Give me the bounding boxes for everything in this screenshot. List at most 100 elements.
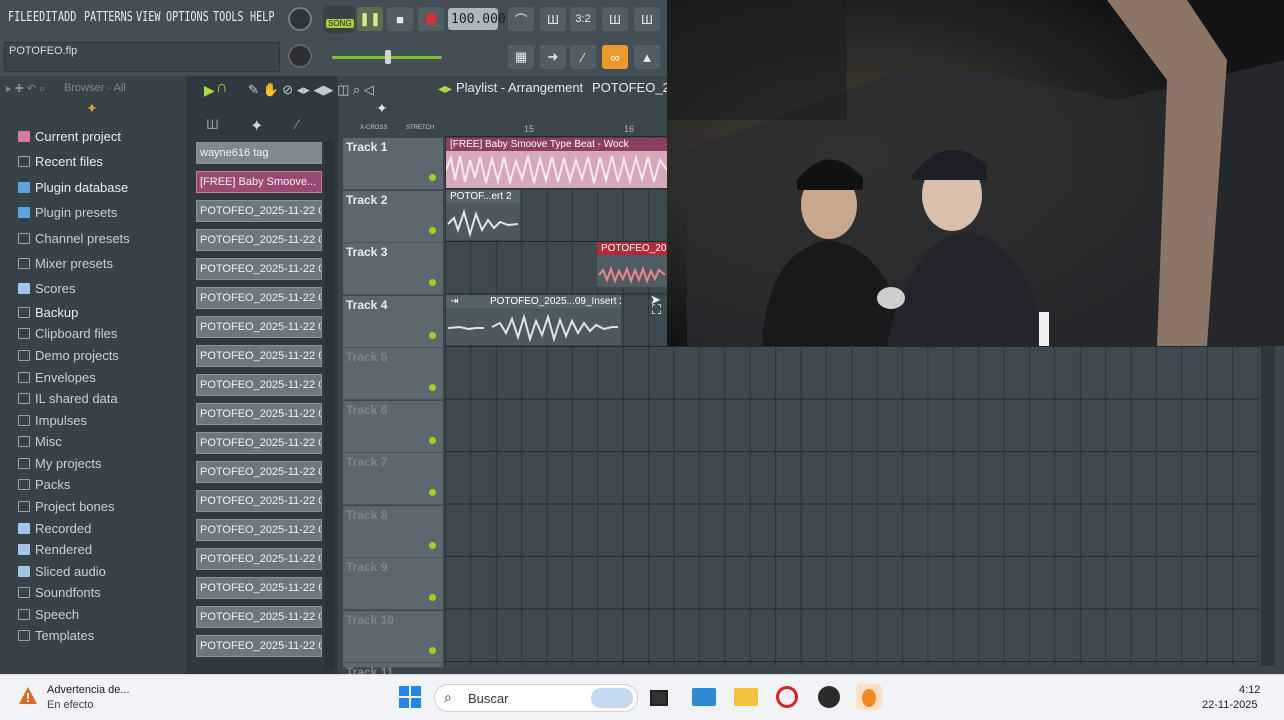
track-mute-led[interactable] [429, 226, 436, 234]
track-header[interactable]: Track 11 [343, 663, 443, 679]
picker-item[interactable]: [FREE] Baby Smoove... [196, 171, 322, 193]
slider-handle[interactable] [385, 50, 391, 64]
browser-item[interactable]: Templates [18, 625, 94, 645]
picker-item[interactable]: POTOFEO_2025-11-22 03... [196, 316, 322, 338]
metronome-icon[interactable]: ⌒ [508, 7, 534, 31]
browser-item[interactable]: Recent files [18, 151, 103, 171]
menu-view[interactable]: VIEW [136, 10, 160, 25]
browser-item[interactable]: Packs [18, 474, 70, 494]
clip-potofeo-20[interactable]: POTOFEO_20.. [597, 242, 667, 287]
taskbar-search[interactable]: ⌕ Buscar [434, 684, 638, 712]
playlist-scrollbar[interactable] [1261, 346, 1275, 666]
clip-baby-smoove[interactable]: [FREE] Baby Smoove Type Beat - Wock [446, 138, 667, 188]
clip-potofeo-insert2-b[interactable]: POTOFEO_2025...09_Insert 2 [486, 295, 621, 345]
browser-item[interactable]: Demo projects [18, 345, 119, 365]
track-header[interactable]: Track 8 [343, 505, 443, 558]
obs-icon[interactable] [818, 686, 840, 708]
track-mute-led[interactable] [429, 594, 436, 601]
browser-item[interactable]: Clipboard files [18, 323, 117, 343]
picker-item[interactable]: POTOFEO_2025-11-22 04... [196, 548, 322, 570]
task-view-icon[interactable] [650, 690, 668, 706]
picker-item[interactable]: POTOFEO_2025-11-22 04... [196, 577, 322, 599]
browser-item[interactable]: Sliced audio [18, 561, 106, 581]
stop-button[interactable]: ■ [387, 7, 413, 31]
track-mute-led[interactable] [429, 489, 436, 496]
track-header[interactable]: Track 2 [343, 190, 443, 243]
browser-item[interactable]: Project bones [18, 496, 115, 516]
clip-potofeo-small[interactable]: ⇥ [446, 295, 486, 345]
track-header[interactable]: Track 9 [343, 558, 443, 610]
playlist-pattern-name[interactable]: POTOFEO_2 [592, 80, 670, 95]
picker-item[interactable]: POTOFEO_2025-11-22 04... [196, 635, 322, 657]
track-header[interactable]: Track 7 [343, 453, 443, 505]
wait-icon[interactable]: Ш [540, 7, 566, 31]
clock-time[interactable]: 4:12 [1239, 684, 1260, 696]
stretch-label[interactable]: STRETCH [406, 125, 434, 131]
playlist-tool-icons[interactable]: ✎ ✋ ⊘ ◂▸ ◀▶ ◫ ⌕ ◁ [248, 82, 448, 98]
menu-help[interactable]: HELP [250, 10, 274, 25]
browser-item[interactable]: Rendered [18, 539, 92, 559]
loop-record-icon[interactable]: Ш [634, 7, 660, 31]
picker-item[interactable]: wayne616 tag [196, 142, 322, 164]
notification-title[interactable]: Advertencia de... [47, 684, 130, 696]
windows-start-icon[interactable] [399, 686, 421, 708]
menu-tools[interactable]: TOOLS [213, 10, 244, 25]
picker-item[interactable]: POTOFEO_2025-11-22 03... [196, 403, 322, 425]
snap-icon[interactable]: ✦ [250, 116, 263, 136]
browser-item[interactable]: Plugin presets [18, 202, 117, 222]
track-mute-led[interactable] [429, 384, 436, 391]
picker-item[interactable]: POTOFEO_2025-11-22 03... [196, 258, 322, 280]
snap-icon[interactable]: ✦ [376, 100, 388, 117]
browser-item[interactable]: Scores [18, 278, 75, 298]
fl-studio-icon[interactable] [856, 684, 882, 710]
track-header[interactable]: Track 3 [343, 243, 443, 295]
record-button[interactable] [418, 7, 444, 31]
picker-item[interactable]: POTOFEO_2025-11-22 04... [196, 606, 322, 628]
track-mute-led[interactable] [429, 174, 436, 181]
track-header[interactable]: Track 10 [343, 610, 443, 663]
track-header[interactable]: Track 4 [343, 295, 443, 348]
pencil-icon[interactable]: ⁄ [296, 116, 298, 132]
link-icon[interactable]: ∞ [602, 45, 628, 69]
master-volume-knob[interactable] [288, 7, 312, 31]
opera-icon[interactable] [776, 686, 798, 708]
browser-item[interactable]: Mixer presets [18, 253, 113, 273]
typing-keyboard-icon[interactable]: ▲ [634, 45, 660, 69]
browser-item[interactable]: IL shared data [18, 388, 118, 408]
browser-item[interactable]: Recorded [18, 518, 91, 538]
pause-button[interactable]: ❚❚ [357, 7, 383, 31]
clip-potofeo-insert2-a[interactable]: POTOF...ert 2 [446, 190, 520, 240]
playlist-play-icon[interactable]: ◂▸ [438, 80, 452, 97]
menu-options[interactable]: OPTIONS [166, 10, 209, 25]
picker-item[interactable]: POTOFEO_2025-11-22 04... [196, 461, 322, 483]
picker-item[interactable]: POTOFEO_2025-11-22 03... [196, 229, 322, 251]
menu-edit[interactable]: EDIT [33, 10, 57, 25]
browser-item[interactable]: Misc [18, 431, 62, 451]
snap-icon[interactable]: ✦ [86, 100, 98, 117]
step-edit-icon[interactable]: Ш [602, 7, 628, 31]
xcross-label[interactable]: X-CROSS [360, 125, 387, 131]
picker-item[interactable]: POTOFEO_2025-11-22 04... [196, 519, 322, 541]
play-arrow-icon[interactable]: ▶ [204, 82, 215, 99]
file-explorer-icon[interactable] [734, 688, 758, 706]
picker-tools-icon[interactable]: Ш [206, 116, 219, 132]
browser-item[interactable]: Speech [18, 604, 79, 624]
picker-item[interactable]: POTOFEO_2025-11-22 03... [196, 287, 322, 309]
track-header[interactable]: Track 1 [343, 138, 443, 190]
photos-app-icon[interactable] [692, 688, 716, 706]
browser-item[interactable]: My projects [18, 453, 101, 473]
browser-item[interactable]: Impulses [18, 410, 87, 430]
track-mute-led[interactable] [429, 541, 436, 549]
master-pitch-knob[interactable] [288, 44, 312, 68]
browser-item[interactable]: Plugin database [18, 177, 128, 197]
menu-patterns[interactable]: PATTERNS [84, 10, 133, 25]
clock-date[interactable]: 22-11-2025 [1202, 699, 1257, 711]
countdown-icon[interactable]: 3:2 [570, 7, 596, 31]
browser-item[interactable]: Current project [18, 126, 121, 146]
track-mute-led[interactable] [429, 279, 436, 286]
brush-icon[interactable]: ⁄ [570, 45, 596, 69]
track-header[interactable]: Track 5 [343, 348, 443, 400]
menu-file[interactable]: FILE [8, 10, 32, 25]
menu-add[interactable]: ADD [58, 10, 76, 25]
browser-item[interactable]: Soundfonts [18, 582, 101, 602]
